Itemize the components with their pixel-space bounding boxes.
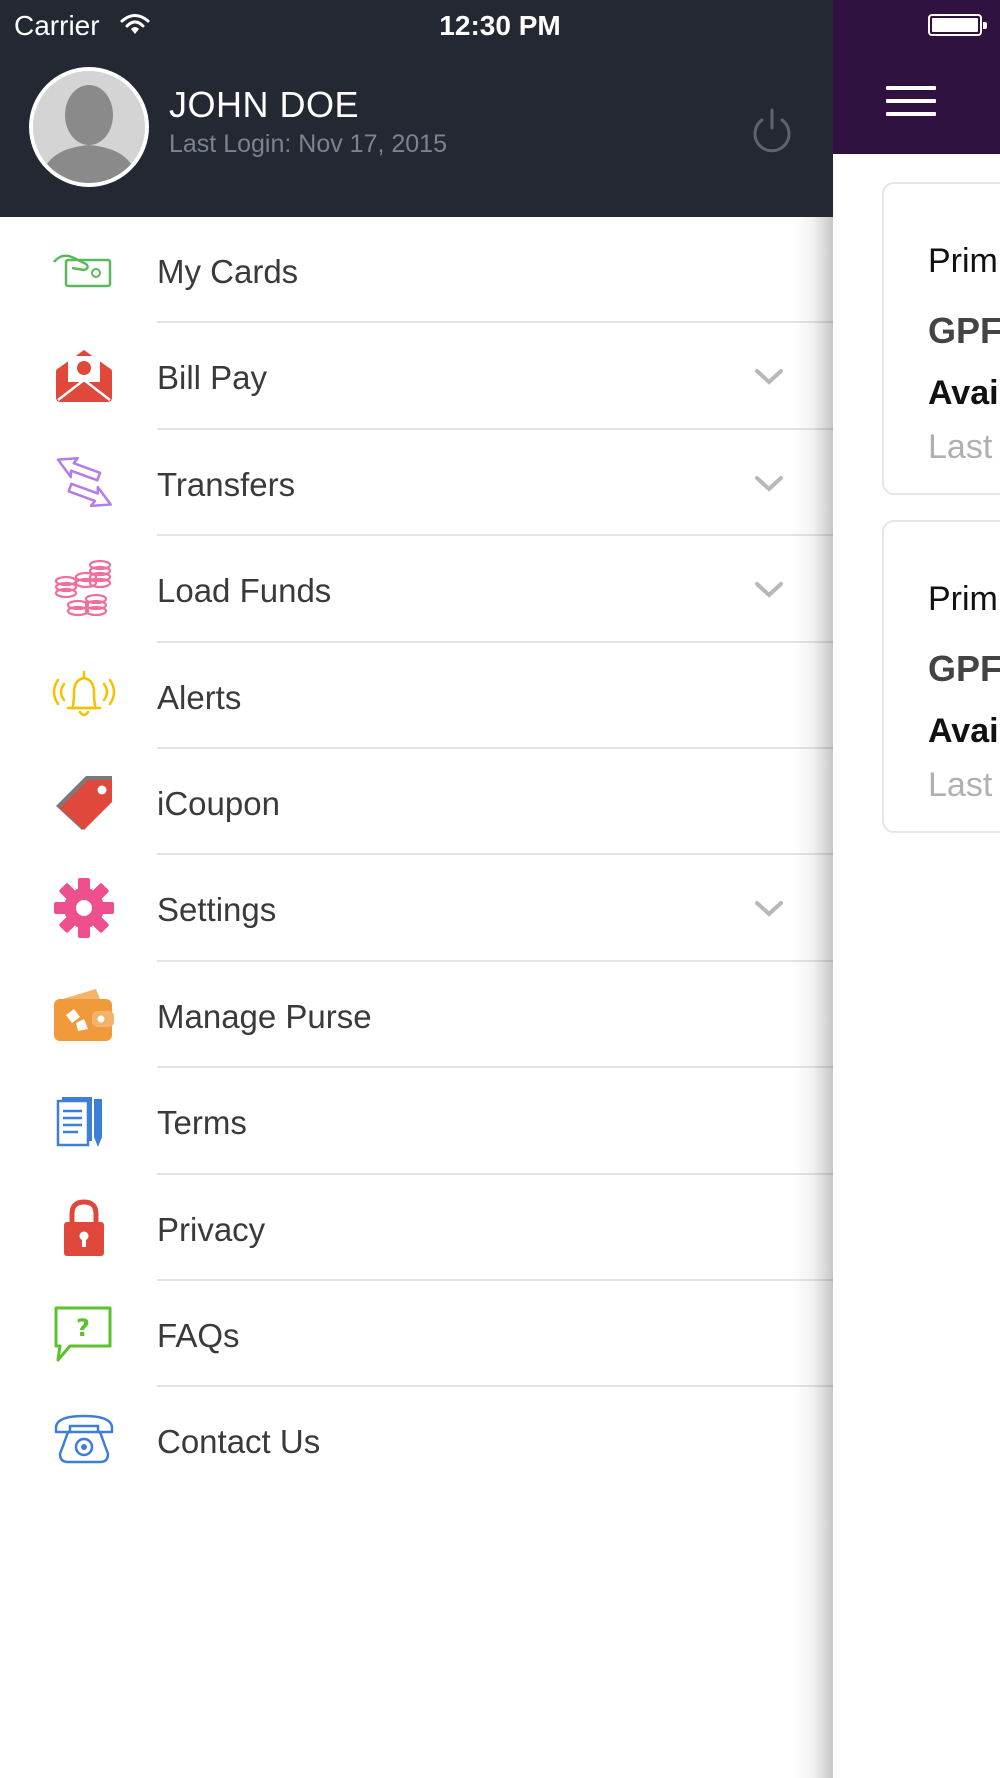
menu-item-load-funds[interactable]: Load Funds: [0, 536, 833, 643]
menu-item-label: iCoupon: [157, 784, 280, 822]
document-pen-icon: [56, 1097, 102, 1148]
tag-icon: [56, 775, 112, 830]
svg-text:?: ?: [76, 1314, 90, 1342]
menu-item-label: Privacy: [157, 1210, 266, 1248]
menu-item-label: Alerts: [157, 678, 242, 716]
chevron-down-icon[interactable]: [754, 474, 784, 494]
coins-icon: [54, 560, 112, 617]
menu-item-privacy[interactable]: Privacy: [0, 1175, 833, 1281]
menu-item-icoupon[interactable]: iCoupon: [0, 749, 833, 856]
power-icon[interactable]: [750, 106, 794, 156]
menu-item-alerts[interactable]: Alerts: [0, 643, 833, 749]
gear-icon: [54, 878, 114, 939]
telephone-icon: [54, 1415, 114, 1464]
question-bubble-icon: ?: [54, 1306, 112, 1362]
bill-envelope-icon: [56, 350, 112, 403]
status-time: 12:30 PM: [439, 10, 561, 41]
menu-item-label: Terms: [157, 1104, 247, 1142]
chevron-down-icon[interactable]: [754, 580, 784, 600]
menu-item-label: Transfers: [157, 465, 296, 503]
menu-item-settings[interactable]: Settings: [0, 855, 833, 962]
card-type: GPF: [928, 648, 1000, 689]
menu-item-label: Bill Pay: [157, 359, 268, 397]
card-last-label: Last: [928, 428, 993, 466]
menu-item-contact-us[interactable]: Contact Us: [0, 1387, 833, 1493]
navigation-drawer: Carrier 12:30 PM JOHN DOE Last Login: No…: [0, 0, 833, 1778]
menu-item-label: Settings: [157, 891, 277, 929]
account-card[interactable]: Prim GPF Avai Last: [882, 520, 1000, 833]
user-name: JOHN DOE: [169, 84, 360, 125]
card-available-label: Avai: [928, 374, 999, 412]
chevron-down-icon[interactable]: [754, 367, 784, 387]
menu-item-my-cards[interactable]: My Cards: [0, 217, 833, 324]
last-login: Last Login: Nov 17, 2015: [169, 130, 447, 158]
transfer-arrows-icon: [56, 456, 112, 507]
drawer-menu: My Cards Bill Pay Transfers Load Funds A…: [0, 217, 833, 1494]
card-last-label: Last: [928, 766, 993, 804]
card-available-label: Avai: [928, 712, 999, 750]
card-type: GPF: [928, 310, 1000, 351]
lock-icon: [64, 1199, 104, 1256]
card-title: Prim: [928, 580, 998, 618]
chevron-down-icon[interactable]: [754, 899, 784, 919]
main-content: Prim GPF Avai Last Prim GPF Avai Last: [833, 0, 1000, 1778]
menu-item-terms[interactable]: Terms: [0, 1068, 833, 1175]
bell-icon: [52, 670, 116, 716]
menu-item-label: My Cards: [157, 253, 299, 290]
hamburger-menu-icon[interactable]: [886, 86, 936, 120]
user-silhouette-icon: [33, 71, 145, 183]
menu-item-transfers[interactable]: Transfers: [0, 430, 833, 537]
menu-item-label: Contact Us: [157, 1423, 321, 1461]
menu-item-label: Manage Purse: [157, 997, 372, 1035]
menu-item-faqs[interactable]: ? FAQs: [0, 1281, 833, 1388]
drawer-header: Carrier 12:30 PM JOHN DOE Last Login: No…: [0, 0, 833, 217]
wallet-icon: [54, 988, 114, 1041]
menu-item-label: Load Funds: [157, 572, 332, 610]
card-hand-icon: [53, 254, 112, 288]
menu-item-bill-pay[interactable]: Bill Pay: [0, 323, 833, 430]
card-title: Prim: [928, 242, 998, 280]
avatar[interactable]: [29, 67, 149, 187]
menu-item-manage-purse[interactable]: Manage Purse: [0, 962, 833, 1069]
menu-item-label: FAQs: [157, 1316, 240, 1354]
account-card[interactable]: Prim GPF Avai Last: [882, 182, 1000, 495]
